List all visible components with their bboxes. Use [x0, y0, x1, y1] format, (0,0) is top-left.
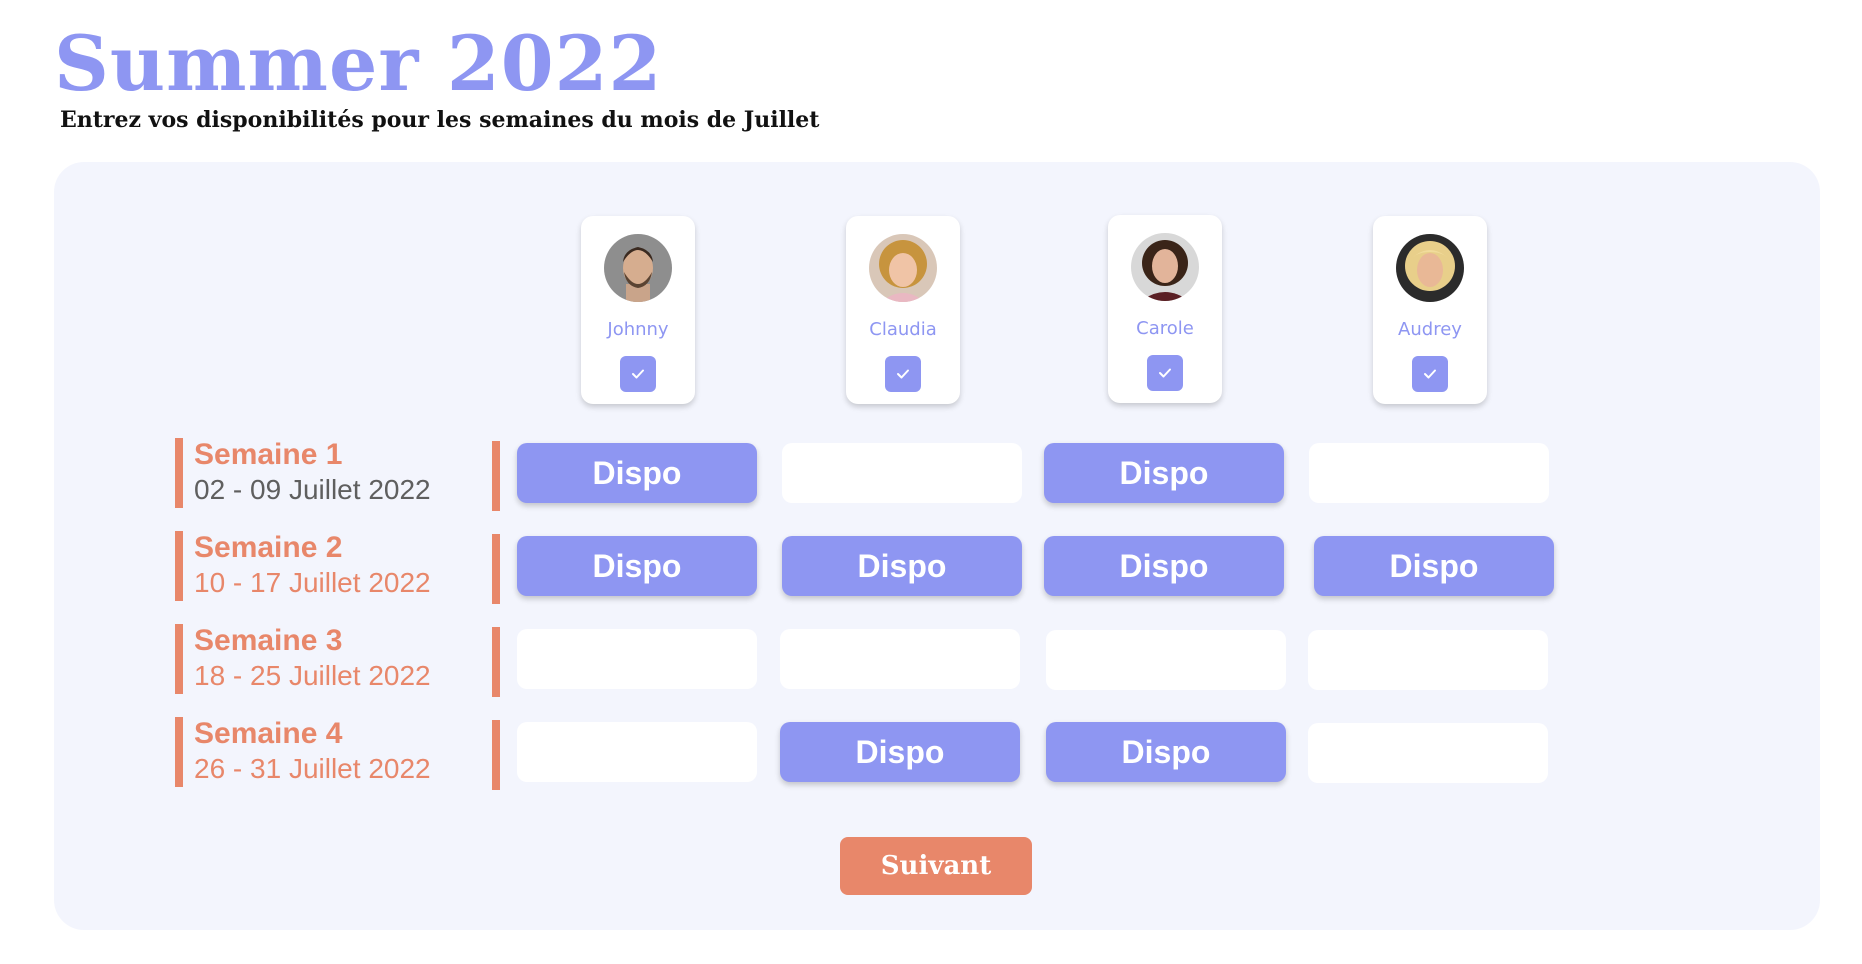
- empty-availability-cell[interactable]: [782, 443, 1022, 503]
- check-icon: [632, 369, 644, 379]
- week-1-title: Semaine 1: [194, 438, 343, 471]
- person-name: Audrey: [1398, 319, 1462, 340]
- empty-availability-cell[interactable]: [517, 722, 757, 782]
- dispo-button[interactable]: Dispo: [1314, 536, 1554, 596]
- week-4-title: Semaine 4: [194, 717, 343, 750]
- week-2-bar: [175, 531, 183, 601]
- empty-availability-cell[interactable]: [780, 629, 1020, 689]
- dispo-button[interactable]: Dispo: [517, 443, 757, 503]
- week-4-range: 26 - 31 Juillet 2022: [194, 753, 431, 784]
- week-1-range: 02 - 09 Juillet 2022: [194, 474, 431, 505]
- dispo-button[interactable]: Dispo: [1046, 722, 1286, 782]
- next-button[interactable]: Suivant: [840, 837, 1032, 895]
- week-3-bar: [175, 624, 183, 694]
- avatar: [1396, 234, 1464, 302]
- person-checkbox[interactable]: [1147, 355, 1183, 391]
- dispo-button[interactable]: Dispo: [517, 536, 757, 596]
- page-subtitle: Entrez vos disponibilités pour les semai…: [60, 107, 820, 133]
- dispo-button[interactable]: Dispo: [780, 722, 1020, 782]
- person-checkbox[interactable]: [620, 356, 656, 392]
- check-icon: [1424, 369, 1436, 379]
- person-checkbox[interactable]: [1412, 356, 1448, 392]
- week-2-title: Semaine 2: [194, 531, 343, 564]
- person-card-johnny: Johnny: [581, 216, 695, 404]
- week-1-separator: [492, 441, 500, 511]
- dispo-button[interactable]: Dispo: [1044, 443, 1284, 503]
- page-title: Summer 2022: [54, 19, 663, 108]
- week-4-separator: [492, 720, 500, 790]
- person-name: Johnny: [607, 319, 669, 340]
- empty-availability-cell[interactable]: [517, 629, 757, 689]
- empty-availability-cell[interactable]: [1308, 630, 1548, 690]
- person-card-audrey: Audrey: [1373, 216, 1487, 404]
- dispo-button[interactable]: Dispo: [782, 536, 1022, 596]
- week-3-range: 18 - 25 Juillet 2022: [194, 660, 431, 691]
- person-name: Claudia: [869, 319, 937, 340]
- empty-availability-cell[interactable]: [1046, 630, 1286, 690]
- empty-availability-cell[interactable]: [1308, 723, 1548, 783]
- week-2-range: 10 - 17 Juillet 2022: [194, 567, 431, 598]
- person-card-claudia: Claudia: [846, 216, 960, 404]
- week-1-bar: [175, 438, 183, 508]
- avatar: [869, 234, 937, 302]
- person-checkbox[interactable]: [885, 356, 921, 392]
- empty-availability-cell[interactable]: [1309, 443, 1549, 503]
- check-icon: [897, 369, 909, 379]
- person-card-carole: Carole: [1108, 215, 1222, 403]
- week-4-bar: [175, 717, 183, 787]
- check-icon: [1159, 368, 1171, 378]
- person-name: Carole: [1136, 318, 1194, 339]
- dispo-button[interactable]: Dispo: [1044, 536, 1284, 596]
- week-3-separator: [492, 627, 500, 697]
- avatar: [604, 234, 672, 302]
- week-2-separator: [492, 534, 500, 604]
- week-3-title: Semaine 3: [194, 624, 343, 657]
- avatar: [1131, 233, 1199, 301]
